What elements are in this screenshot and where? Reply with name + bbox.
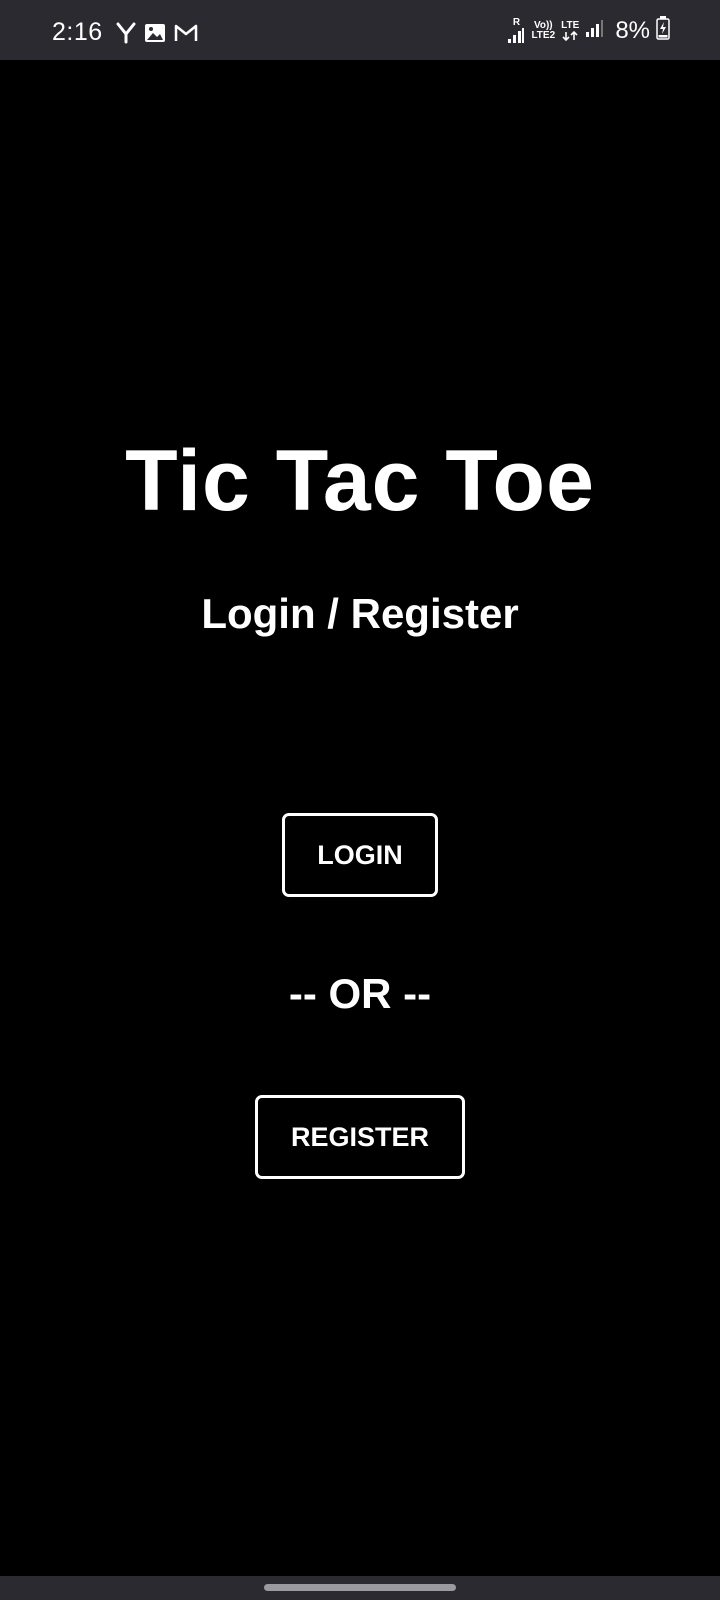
volte-indicator: Vo)) LTE2: [531, 19, 556, 41]
volte-label: Vo)): [533, 19, 553, 31]
signal-bars-icon: [508, 27, 525, 43]
gmail-icon: [174, 23, 198, 48]
lte2-label: LTE2: [531, 29, 556, 41]
battery-percent: 8%: [615, 16, 650, 44]
page-subtitle: Login / Register: [201, 590, 519, 637]
register-button[interactable]: REGISTER: [255, 1095, 465, 1179]
notification-icons: [116, 22, 198, 49]
login-button[interactable]: LOGIN: [282, 813, 438, 897]
navigation-bar: [0, 1576, 720, 1600]
app-title: Tic Tac Toe: [125, 433, 595, 529]
data-transfer-icon: [562, 30, 578, 41]
sim1-label: R: [512, 16, 521, 28]
sim1-signal: R: [507, 16, 525, 44]
status-time: 2:16: [52, 18, 103, 46]
lte-label: LTE: [561, 19, 580, 31]
home-gesture-handle[interactable]: [264, 1584, 456, 1591]
system-indicators: R Vo)) LTE2 LTE 8%: [507, 16, 670, 45]
signal-bars-icon: [585, 18, 605, 43]
battery-charging-icon: [656, 16, 670, 45]
status-bar: 2:16 R Vo)) LTE2 LTE 8%: [0, 0, 720, 60]
or-separator: -- OR --: [288, 970, 432, 1017]
lte-indicator: LTE: [561, 19, 580, 41]
y-app-icon: [116, 22, 136, 49]
gallery-icon: [144, 23, 166, 48]
